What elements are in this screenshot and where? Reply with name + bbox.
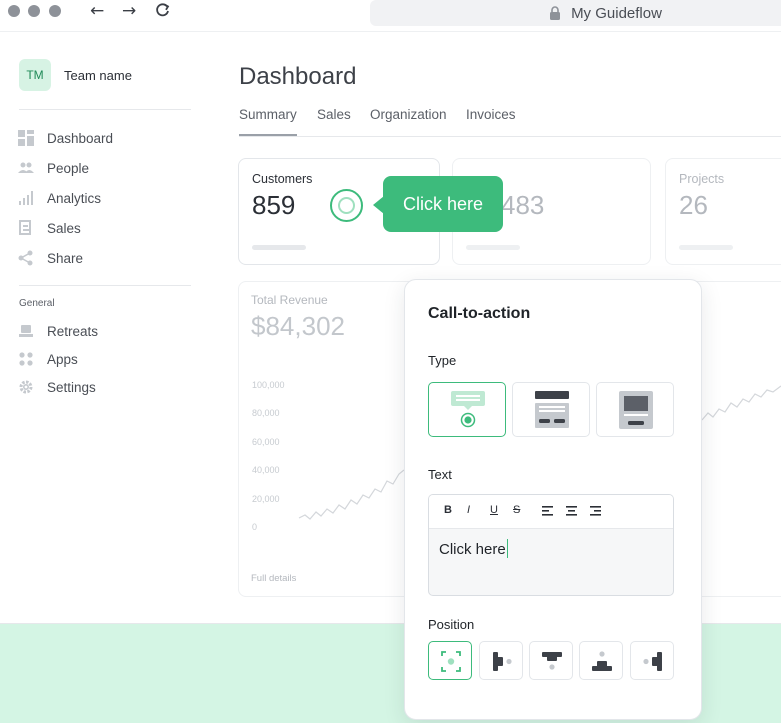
banner-type-icon bbox=[535, 391, 569, 428]
bold-button[interactable]: B bbox=[444, 504, 452, 516]
type-option-banner[interactable] bbox=[512, 382, 590, 437]
click-here-bubble[interactable]: Click here bbox=[383, 176, 503, 232]
position-center-icon bbox=[441, 651, 461, 672]
full-details-link[interactable]: Full details bbox=[251, 573, 296, 584]
position-left-icon bbox=[493, 652, 512, 671]
hotspot-target[interactable] bbox=[330, 189, 363, 222]
italic-button[interactable]: I bbox=[467, 504, 470, 516]
revenue-line-left bbox=[298, 469, 405, 520]
type-option-tooltip[interactable] bbox=[428, 382, 506, 437]
panel-title: Call-to-action bbox=[428, 305, 531, 322]
revenue-line-right bbox=[701, 385, 781, 421]
position-option-bottom[interactable] bbox=[579, 641, 623, 680]
editor-text-content[interactable]: Click here bbox=[439, 539, 509, 558]
position-top-icon bbox=[542, 652, 562, 670]
position-option-left[interactable] bbox=[479, 641, 523, 680]
type-option-modal[interactable] bbox=[596, 382, 674, 437]
hotspot-inner-ring bbox=[338, 197, 355, 214]
align-center-icon[interactable] bbox=[566, 506, 577, 516]
type-section-label: Type bbox=[428, 353, 457, 368]
position-right-icon bbox=[643, 652, 662, 671]
position-bottom-icon bbox=[592, 651, 612, 671]
cta-settings-panel: Call-to-action Type Text B I U S Click h… bbox=[404, 279, 702, 720]
align-left-icon[interactable] bbox=[542, 506, 553, 516]
align-right-icon[interactable] bbox=[590, 506, 601, 516]
position-section-label: Position bbox=[428, 617, 475, 632]
position-option-right[interactable] bbox=[630, 641, 674, 680]
position-option-top[interactable] bbox=[529, 641, 573, 680]
modal-type-icon bbox=[619, 391, 653, 429]
tooltip-type-icon bbox=[451, 391, 485, 428]
text-caret bbox=[506, 539, 509, 558]
editor-text: Click here bbox=[439, 541, 506, 558]
position-option-center[interactable] bbox=[428, 641, 472, 680]
editor-toolbar: B I U S bbox=[429, 495, 673, 529]
strikethrough-button[interactable]: S bbox=[513, 504, 520, 516]
underline-button[interactable]: U bbox=[490, 504, 498, 516]
cta-text-editor[interactable]: B I U S Click here bbox=[428, 494, 674, 596]
text-section-label: Text bbox=[428, 467, 452, 482]
